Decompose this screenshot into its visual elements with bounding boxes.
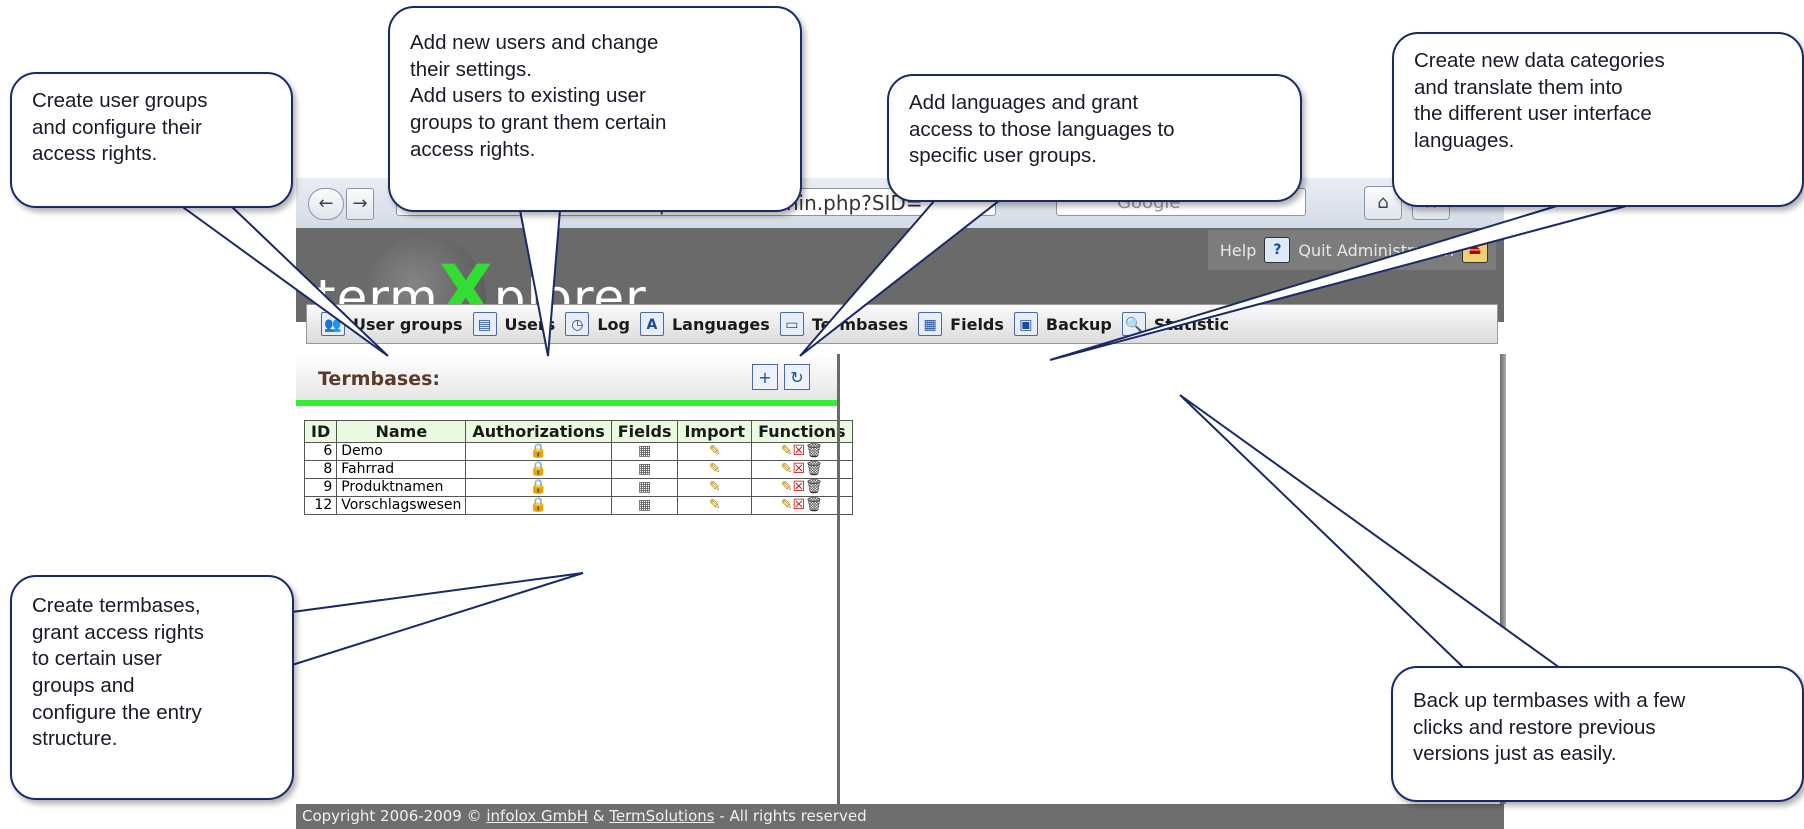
pointer-users <box>518 209 562 357</box>
callout-line: and configure their <box>32 115 202 139</box>
callout-line: Create new data categories <box>1414 49 1665 72</box>
callout-line: specific user groups. <box>909 144 1098 168</box>
pointer-languages <box>799 199 1003 357</box>
callout-line: grant access rights <box>32 620 205 644</box>
callout-line: access to those languages to <box>909 117 1175 141</box>
callout-user-groups: Create user groups and configure their a… <box>10 72 293 208</box>
callout-backup: Back up termbases with a few clicks and … <box>1391 666 1804 802</box>
callout-fields: Create new data categories and translate… <box>1392 32 1804 207</box>
callout-line: the different user interface <box>1414 102 1652 126</box>
callout-line: structure. <box>32 727 118 751</box>
callout-line: Create user groups <box>32 89 208 112</box>
callout-line: and translate them into <box>1414 75 1623 99</box>
callout-line: Back up termbases with a few <box>1413 689 1686 712</box>
callout-line: Add users to existing user <box>410 84 646 108</box>
callout-line: their settings. <box>410 57 532 81</box>
callout-line: Create termbases, <box>32 594 201 617</box>
callout-line: access rights. <box>32 142 158 166</box>
callout-line: to certain user <box>32 647 162 671</box>
callout-line: access rights. <box>410 137 536 161</box>
pointer-fields <box>1049 204 1631 361</box>
callout-line: groups and <box>32 673 135 697</box>
callout-line: versions just as easily. <box>1413 742 1617 766</box>
callout-termbases: Create termbases, grant access rights to… <box>10 575 294 800</box>
callout-users: Add new users and change their settings.… <box>388 6 802 212</box>
pointer-user-groups <box>176 204 389 357</box>
callout-line: Add languages and grant <box>909 91 1139 114</box>
callout-languages: Add languages and grant access to those … <box>887 74 1302 202</box>
pointer-termbases <box>291 572 584 667</box>
callout-line: groups to grant them certain <box>410 110 667 134</box>
callout-line: Add new users and change <box>410 31 659 54</box>
callout-line: configure the entry <box>32 700 202 724</box>
callout-line: languages. <box>1414 128 1515 152</box>
pointer-backup <box>1179 394 1564 669</box>
callout-line: clicks and restore previous <box>1413 715 1656 739</box>
